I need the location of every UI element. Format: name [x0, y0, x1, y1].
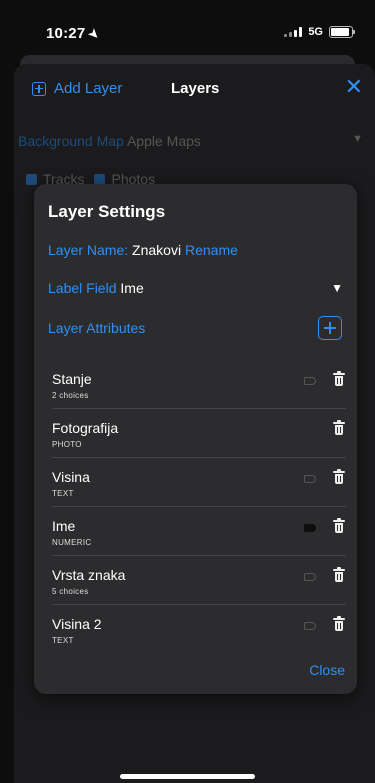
signal-icon: [284, 27, 303, 37]
attribute-type: TEXT: [52, 636, 74, 645]
attribute-row[interactable]: Visina TEXT: [52, 458, 346, 507]
attribute-name: Visina 2: [52, 616, 102, 632]
label-field-label: Label Field: [48, 280, 117, 296]
trash-icon[interactable]: [333, 371, 345, 387]
add-icon: [32, 81, 46, 96]
attribute-type: 5 choices: [52, 587, 89, 596]
layer-name-label: Layer Name:: [48, 242, 129, 258]
attribute-type: TEXT: [52, 489, 74, 498]
settings-title: Layer Settings: [48, 202, 166, 221]
layer-settings-dialog: Layer Settings Layer Name: Znakovi Renam…: [34, 184, 357, 694]
label-tag-icon[interactable]: [304, 377, 316, 385]
label-tag-icon[interactable]: [304, 573, 316, 581]
attribute-type: 2 choices: [52, 391, 89, 400]
trash-icon[interactable]: [333, 469, 345, 485]
attribute-name: Visina: [52, 469, 90, 485]
sheet-title: Layers: [171, 80, 220, 97]
location-arrow-icon: ➤: [85, 25, 104, 43]
label-tag-icon[interactable]: [304, 622, 316, 630]
add-layer-button[interactable]: Add Layer: [32, 80, 122, 97]
attribute-name: Stanje: [52, 371, 92, 387]
background-map-label: Background Map: [18, 133, 124, 149]
label-field-value: Ime: [120, 280, 144, 296]
rename-button[interactable]: Rename: [185, 242, 238, 258]
attribute-list: Stanje 2 choices Fotografija PHOTO Visina TEX…: [52, 360, 346, 653]
label-tag-icon[interactable]: [304, 475, 316, 483]
add-attribute-button[interactable]: [318, 316, 342, 340]
layer-attributes-title: Layer Attributes: [48, 320, 146, 336]
background-map-value: Apple Maps: [126, 133, 201, 149]
status-bar: 10:27➤ 5G: [0, 0, 375, 60]
add-layer-label: Add Layer: [54, 80, 123, 97]
attribute-type: PHOTO: [52, 440, 82, 449]
layer-name-row: Layer Name: Znakovi Rename: [48, 242, 238, 258]
attribute-row[interactable]: Vrsta znaka 5 choices: [52, 556, 346, 605]
label-field-row[interactable]: Label Field Ime: [48, 280, 144, 296]
close-icon[interactable]: ✕: [345, 74, 363, 100]
attribute-row[interactable]: Visina 2 TEXT: [52, 605, 346, 653]
network-label: 5G: [308, 26, 323, 38]
trash-icon[interactable]: [333, 567, 345, 583]
close-button[interactable]: Close: [309, 662, 345, 678]
checkbox-icon: [26, 174, 37, 185]
label-field-caret-icon[interactable]: ▼: [331, 281, 343, 295]
attribute-row[interactable]: Fotografija PHOTO: [52, 409, 346, 458]
attribute-type: NUMERIC: [52, 538, 92, 547]
home-indicator: [120, 774, 255, 779]
layers-header: Add Layer Layers ✕: [14, 64, 375, 112]
dropdown-caret-icon[interactable]: ▼: [352, 133, 363, 145]
trash-icon[interactable]: [333, 616, 345, 632]
attribute-name: Vrsta znaka: [52, 567, 126, 583]
attribute-row[interactable]: Stanje 2 choices: [52, 360, 346, 409]
layer-name-value: Znakovi: [132, 242, 182, 258]
battery-icon: [329, 26, 355, 38]
trash-icon[interactable]: [333, 420, 345, 436]
attribute-row[interactable]: Ime NUMERIC: [52, 507, 346, 556]
status-time: 10:27➤: [46, 25, 104, 43]
background-map-row[interactable]: Background Map Apple Maps: [18, 133, 201, 149]
attribute-name: Ime: [52, 518, 76, 534]
status-indicators: 5G: [284, 26, 355, 38]
label-tag-icon[interactable]: [304, 524, 316, 532]
attribute-name: Fotografija: [52, 420, 119, 436]
trash-icon[interactable]: [333, 518, 345, 534]
